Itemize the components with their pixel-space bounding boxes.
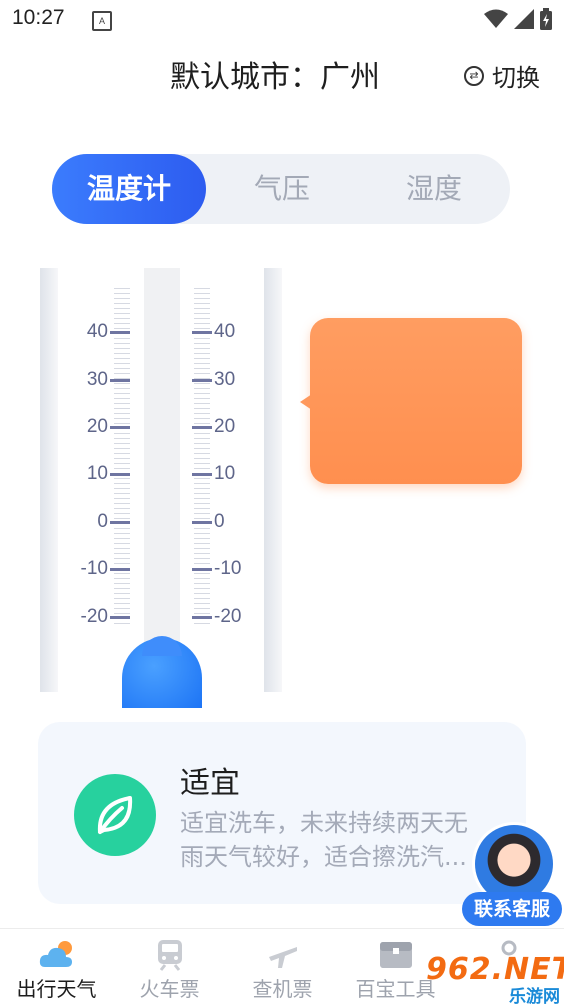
train-icon — [157, 940, 182, 971]
status-bar: 10:27 A — [0, 0, 564, 40]
thermometer-tube — [144, 268, 180, 692]
customer-service-label: 联系客服 — [462, 892, 562, 926]
right-scale-label: -20 — [192, 606, 241, 628]
nav-item-flight[interactable]: 查机票 — [226, 929, 339, 1005]
right-scale-label: 10 — [192, 463, 235, 485]
right-scale-label: 0 — [192, 511, 225, 533]
tip-card[interactable]: 适宜 适宜洗车，未来持续两天无雨天气较好，适合擦洗汽... — [38, 722, 526, 904]
left-scale-label: -10 — [81, 558, 130, 580]
tab-bar: 温度计 气压 湿度 — [52, 154, 510, 224]
tab-thermometer[interactable]: 温度计 — [52, 154, 206, 224]
right-scale-label: 40 — [192, 321, 235, 343]
thermometer-left-rail — [40, 268, 58, 692]
city-header: 默认城市：广州 ⇄ 切换 — [0, 52, 564, 96]
temperature-bubble — [310, 318, 522, 484]
switch-city-button[interactable]: ⇄ 切换 — [464, 58, 540, 93]
left-scale-label: 0 — [97, 511, 130, 533]
battery-icon — [540, 8, 552, 30]
tip-title: 适宜 — [180, 766, 240, 801]
page-title: 默认城市：广州 — [170, 60, 380, 95]
nav-item-weather[interactable]: 出行天气 — [0, 929, 113, 1005]
thermometer: 40 30 20 10 0 -10 -20 40 30 20 10 0 -10 … — [40, 268, 282, 708]
left-scale-label: -20 — [81, 606, 130, 628]
wifi-icon — [484, 9, 508, 28]
tab-pressure[interactable]: 气压 — [207, 154, 357, 224]
plane-icon — [268, 947, 297, 968]
switch-label: 切换 — [492, 64, 540, 92]
toolbox-icon — [379, 942, 412, 968]
leaf-icon — [74, 774, 156, 856]
left-scale-label: 40 — [87, 321, 130, 343]
switch-icon: ⇄ — [464, 65, 484, 86]
status-time: 10:27 — [12, 6, 65, 29]
weather-icon — [39, 941, 72, 967]
thermometer-right-rail — [264, 268, 282, 692]
nav-label: 出行天气 — [16, 977, 97, 1001]
nav-item-train[interactable]: 火车票 — [113, 929, 226, 1005]
signal-icon — [514, 9, 534, 29]
tip-description: 适宜洗车，未来持续两天无雨天气较好，适合擦洗汽... — [180, 809, 468, 871]
site-watermark: 962.NET 乐游网 — [426, 948, 564, 1007]
watermark-site-name: 乐游网 — [509, 987, 560, 1007]
nav-label: 火车票 — [139, 977, 200, 1001]
left-scale-label: 10 — [87, 463, 130, 485]
right-scale-label: -10 — [192, 558, 241, 580]
right-scale-label: 30 — [192, 369, 235, 391]
customer-service-button[interactable]: 联系客服 — [462, 822, 562, 928]
status-icons — [484, 8, 552, 30]
tab-humidity[interactable]: 湿度 — [358, 154, 510, 224]
notification-icon: A — [92, 11, 112, 31]
right-scale-label: 20 — [192, 416, 235, 438]
left-scale-label: 20 — [87, 416, 130, 438]
nav-label: 查机票 — [252, 977, 313, 1001]
left-scale-label: 30 — [87, 369, 130, 391]
